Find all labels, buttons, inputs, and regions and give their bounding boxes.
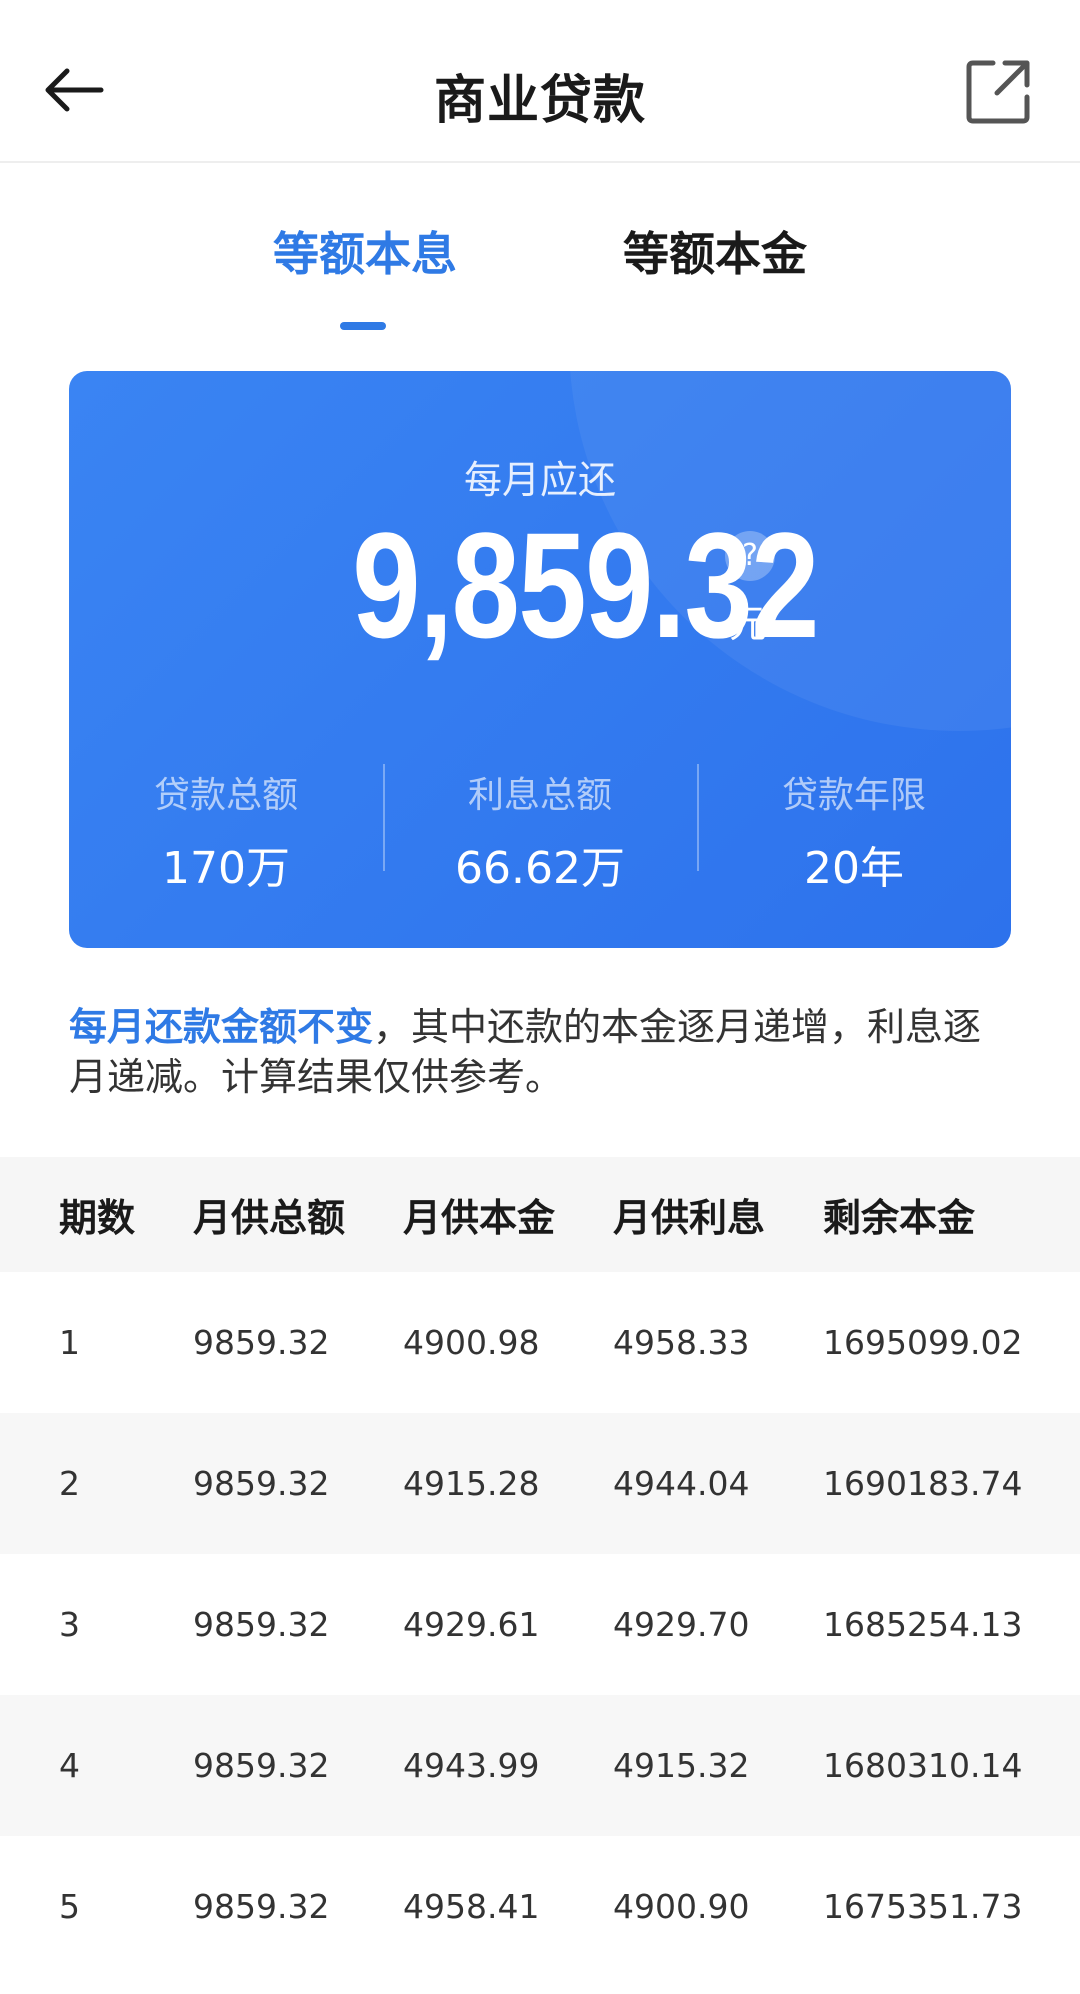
stat-value: 20年 xyxy=(804,843,904,894)
cell-monthly-total: 9859.32 xyxy=(193,1605,330,1644)
monthly-payment-amount: 9,859.32 xyxy=(352,501,819,669)
help-icon[interactable]: ? xyxy=(725,531,775,581)
stat-value: 66.62万 xyxy=(455,843,625,894)
stat-interest-total: 利息总额 66.62万 xyxy=(383,766,697,896)
header-monthly-interest: 月供利息 xyxy=(613,1196,766,1240)
cell-remaining-principal: 1685254.13 xyxy=(823,1605,1023,1644)
table-row: 5 9859.32 4958.41 4900.90 1675351.73 xyxy=(0,1836,1080,1977)
monthly-payment-card: 每月应还 9,859.32 ? 元 贷款总额 170万 利息总额 66.62万 … xyxy=(69,371,1011,948)
cell-monthly-principal: 4943.99 xyxy=(403,1746,540,1785)
stat-label: 利息总额 xyxy=(467,775,612,816)
tab-indicator xyxy=(340,322,386,330)
cell-monthly-interest: 4958.33 xyxy=(613,1323,750,1362)
cell-monthly-interest: 4929.70 xyxy=(613,1605,750,1644)
cell-monthly-total: 9859.32 xyxy=(193,1464,330,1503)
repayment-table: 期数 月供总额 月供本金 月供利息 剩余本金 1 9859.32 4900.98… xyxy=(0,1157,1080,1977)
cell-period: 4 xyxy=(59,1746,80,1785)
stat-label: 贷款总额 xyxy=(153,775,298,816)
tab-equal-principal[interactable]: 等额本金 xyxy=(620,218,810,284)
table-row: 3 9859.32 4929.61 4929.70 1685254.13 xyxy=(0,1554,1080,1695)
header-monthly-total: 月供总额 xyxy=(193,1196,346,1240)
tab-equal-installment[interactable]: 等额本息 xyxy=(270,218,460,284)
note-highlight: 每月还款金额不变 xyxy=(69,1005,374,1049)
cell-monthly-principal: 4958.41 xyxy=(403,1887,540,1926)
cell-remaining-principal: 1680310.14 xyxy=(823,1746,1023,1785)
cell-remaining-principal: 1690183.74 xyxy=(823,1464,1023,1503)
cell-monthly-principal: 4900.98 xyxy=(403,1323,540,1362)
stat-loan-term: 贷款年限 20年 xyxy=(697,766,1011,896)
table-row: 4 9859.32 4943.99 4915.32 1680310.14 xyxy=(0,1695,1080,1836)
cell-monthly-total: 9859.32 xyxy=(193,1746,330,1785)
stat-label: 贷款年限 xyxy=(781,775,926,816)
header-period: 期数 xyxy=(59,1196,136,1240)
cell-period: 1 xyxy=(59,1323,80,1362)
loan-calculator-page: 商业贷款 等额本息 等额本金 每月应还 9,859.32 ? 元 贷款总额 17… xyxy=(0,0,1080,1994)
cell-monthly-interest: 4915.32 xyxy=(613,1746,750,1785)
header-remaining-principal: 剩余本金 xyxy=(823,1196,976,1240)
repayment-note: 每月还款金额不变，其中还款的本金逐月递增，利息逐月递减。计算结果仅供参考。 xyxy=(69,1002,1019,1102)
stat-loan-total: 贷款总额 170万 xyxy=(69,766,383,896)
cell-monthly-total: 9859.32 xyxy=(193,1323,330,1362)
stat-value: 170万 xyxy=(162,843,290,894)
cell-monthly-total: 9859.32 xyxy=(193,1887,330,1926)
monthly-payment-label: 每月应还 xyxy=(463,458,616,502)
cell-remaining-principal: 1675351.73 xyxy=(823,1887,1023,1926)
table-row: 1 9859.32 4900.98 4958.33 1695099.02 xyxy=(0,1272,1080,1413)
cell-period: 3 xyxy=(59,1605,80,1644)
cell-monthly-principal: 4929.61 xyxy=(403,1605,540,1644)
share-button[interactable] xyxy=(958,52,1038,132)
cell-monthly-interest: 4900.90 xyxy=(613,1887,750,1926)
header-monthly-principal: 月供本金 xyxy=(403,1196,556,1240)
cell-monthly-principal: 4915.28 xyxy=(403,1464,540,1503)
top-bar: 商业贷款 xyxy=(0,0,1080,163)
cell-remaining-principal: 1695099.02 xyxy=(823,1323,1023,1362)
page-title: 商业贷款 xyxy=(433,71,646,131)
cell-period: 2 xyxy=(59,1464,80,1503)
amount-unit: 元 xyxy=(729,602,768,646)
cell-period: 5 xyxy=(59,1887,80,1926)
table-row: 2 9859.32 4915.28 4944.04 1690183.74 xyxy=(0,1413,1080,1554)
share-external-icon xyxy=(966,60,1030,124)
table-header: 期数 月供总额 月供本金 月供利息 剩余本金 xyxy=(0,1157,1080,1272)
cell-monthly-interest: 4944.04 xyxy=(613,1464,750,1503)
